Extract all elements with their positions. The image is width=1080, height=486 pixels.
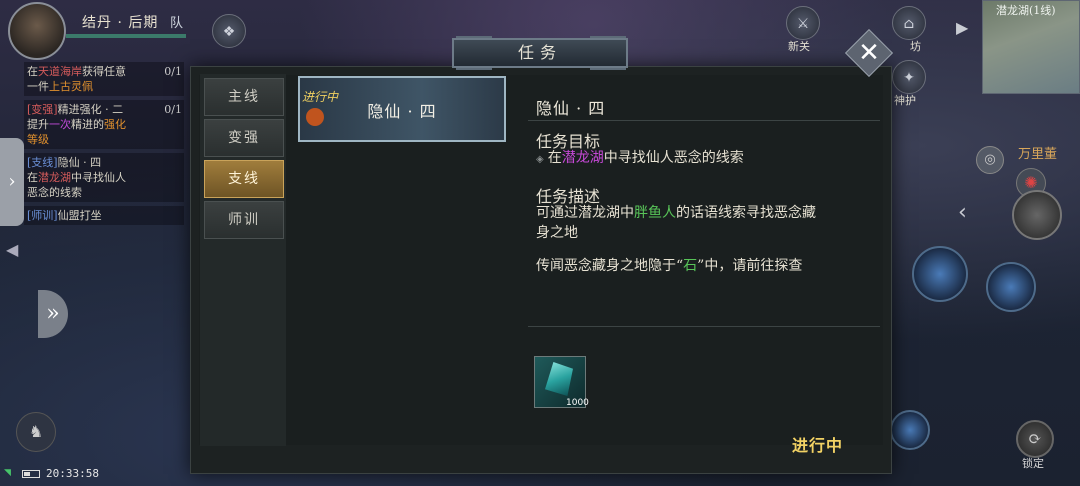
desc-text: 传闻恶念藏身之地隐于“: [536, 258, 684, 274]
protect-label: 神护: [894, 94, 916, 107]
workshop-icon[interactable]: ⌂: [892, 6, 926, 40]
close-icon: ✕: [858, 38, 880, 68]
dialog-title: 任务: [452, 38, 628, 68]
description-text: 可通过潜龙湖中胖鱼人的话语线索寻找恶念藏 身之地: [536, 203, 816, 243]
tracker-text: 在: [27, 65, 38, 78]
desc-text: 身之地: [536, 225, 578, 241]
tracker-text: 提升: [27, 118, 49, 131]
tracker-highlight: 潜龙湖: [38, 171, 71, 184]
quest-status: 进行中: [792, 436, 844, 455]
tracker-tag: [支线]: [27, 156, 58, 169]
tracker-text: 精进的: [71, 118, 104, 131]
protect-icon[interactable]: ✦: [892, 60, 926, 94]
objective-text: ◈ 在潜龙湖中寻找仙人恶念的线索: [536, 148, 744, 170]
lock-label: 锁定: [1022, 457, 1044, 470]
tracker-text: 一件: [27, 80, 49, 93]
bullet-icon: ◈: [536, 154, 544, 165]
hud-label: 万里董: [1018, 147, 1058, 162]
tracker-entry[interactable]: 在天道海岸获得任意 一件上古灵佩 0/1: [24, 62, 184, 96]
tracker-text: 中寻找仙人: [71, 171, 126, 184]
tracker-highlight: 天道海岸: [38, 65, 82, 78]
quest-tracker: 在天道海岸获得任意 一件上古灵佩 0/1 [变强]精进强化 · 二 提升一次精进…: [24, 62, 184, 229]
newbie-icon[interactable]: ⚔: [786, 6, 820, 40]
newbie-label: 新关: [788, 40, 810, 53]
tab-main[interactable]: 主线: [204, 78, 284, 116]
desc-text: 可通过潜龙湖中: [536, 205, 634, 221]
divider: [528, 326, 880, 327]
skill-button-1[interactable]: [912, 246, 968, 302]
tracker-tag: [师训]: [27, 209, 58, 222]
player-realm: 结丹 · 后期: [82, 15, 159, 31]
player-avatar[interactable]: [8, 2, 66, 60]
desc-keyword: 石: [683, 258, 698, 274]
battery-icon: [22, 470, 40, 478]
tracker-text: 等级: [27, 133, 49, 146]
objective-location: 潜龙湖: [561, 150, 604, 166]
objective-pre: 在: [547, 150, 562, 166]
helmet-icon[interactable]: ♞: [16, 412, 56, 452]
tracker-text: 获得任意: [82, 65, 126, 78]
desc-text: ”中，请前往探查: [697, 258, 803, 274]
tracker-highlight: 上古灵佩: [49, 80, 93, 93]
experience-bar: [66, 34, 186, 38]
collapse-left-arrow-icon[interactable]: ◀: [6, 240, 18, 259]
attack-skill-button[interactable]: [1012, 190, 1062, 240]
lock-target-button[interactable]: ⟳: [1016, 420, 1054, 458]
tracker-text: 恶念的线索: [27, 186, 82, 199]
tracker-highlight: 强化: [104, 118, 126, 131]
description-hint: 传闻恶念藏身之地隐于“石”中，请前往探查: [536, 256, 802, 276]
tracker-title: 精进强化 · 二: [57, 103, 124, 116]
skill-tree-icon[interactable]: ❖: [212, 14, 246, 48]
reward-quantity: 1000: [566, 398, 589, 408]
skill-button-3[interactable]: [890, 410, 930, 450]
quest-list-item[interactable]: 进行中 隐仙 · 四: [298, 76, 506, 142]
tab-strengthen[interactable]: 变强: [204, 119, 284, 157]
clock: 20:33:58: [46, 467, 99, 480]
tracker-entry[interactable]: [师训]仙盟打坐: [24, 206, 184, 225]
tracker-tag: [变强]: [27, 103, 58, 116]
tracker-highlight: 一次: [49, 118, 71, 131]
tracker-text: 在: [27, 171, 38, 184]
tracker-title: 隐仙 · 四: [57, 156, 102, 169]
collapse-arrow-icon[interactable]: ▶: [956, 18, 968, 37]
tracker-entry[interactable]: [支线]隐仙 · 四 在潜龙湖中寻找仙人 恶念的线索: [24, 153, 184, 202]
tracker-title: 仙盟打坐: [57, 209, 102, 222]
tab-side[interactable]: 支线: [204, 160, 284, 198]
desc-npc: 胖鱼人: [634, 205, 676, 221]
workshop-label: 坊: [910, 40, 921, 53]
objective-post: 中寻找仙人恶念的线索: [603, 150, 744, 166]
tracker-count: 0/1: [164, 65, 182, 78]
quest-detail-title: 隐仙 · 四: [536, 99, 606, 118]
tracker-count: 0/1: [164, 103, 182, 116]
skill-button-2[interactable]: [986, 262, 1036, 312]
bag-icon[interactable]: ◎: [976, 146, 1004, 174]
team-icon[interactable]: 队: [170, 12, 183, 31]
tab-training[interactable]: 师训: [204, 201, 284, 239]
wifi-icon: ◥: [4, 468, 11, 478]
minimap-title: 潜龙湖(1线): [996, 4, 1056, 17]
skill-collapse-arrow-icon[interactable]: ‹: [958, 200, 967, 225]
tracker-entry[interactable]: [变强]精进强化 · 二 提升一次精进的强化 等级 0/1: [24, 100, 184, 149]
quest-card-title: 隐仙 · 四: [367, 102, 437, 121]
divider: [528, 120, 880, 121]
desc-text: 的话语线索寻找恶念藏: [676, 205, 816, 221]
expand-panel-arrow-icon[interactable]: ›: [0, 138, 24, 226]
